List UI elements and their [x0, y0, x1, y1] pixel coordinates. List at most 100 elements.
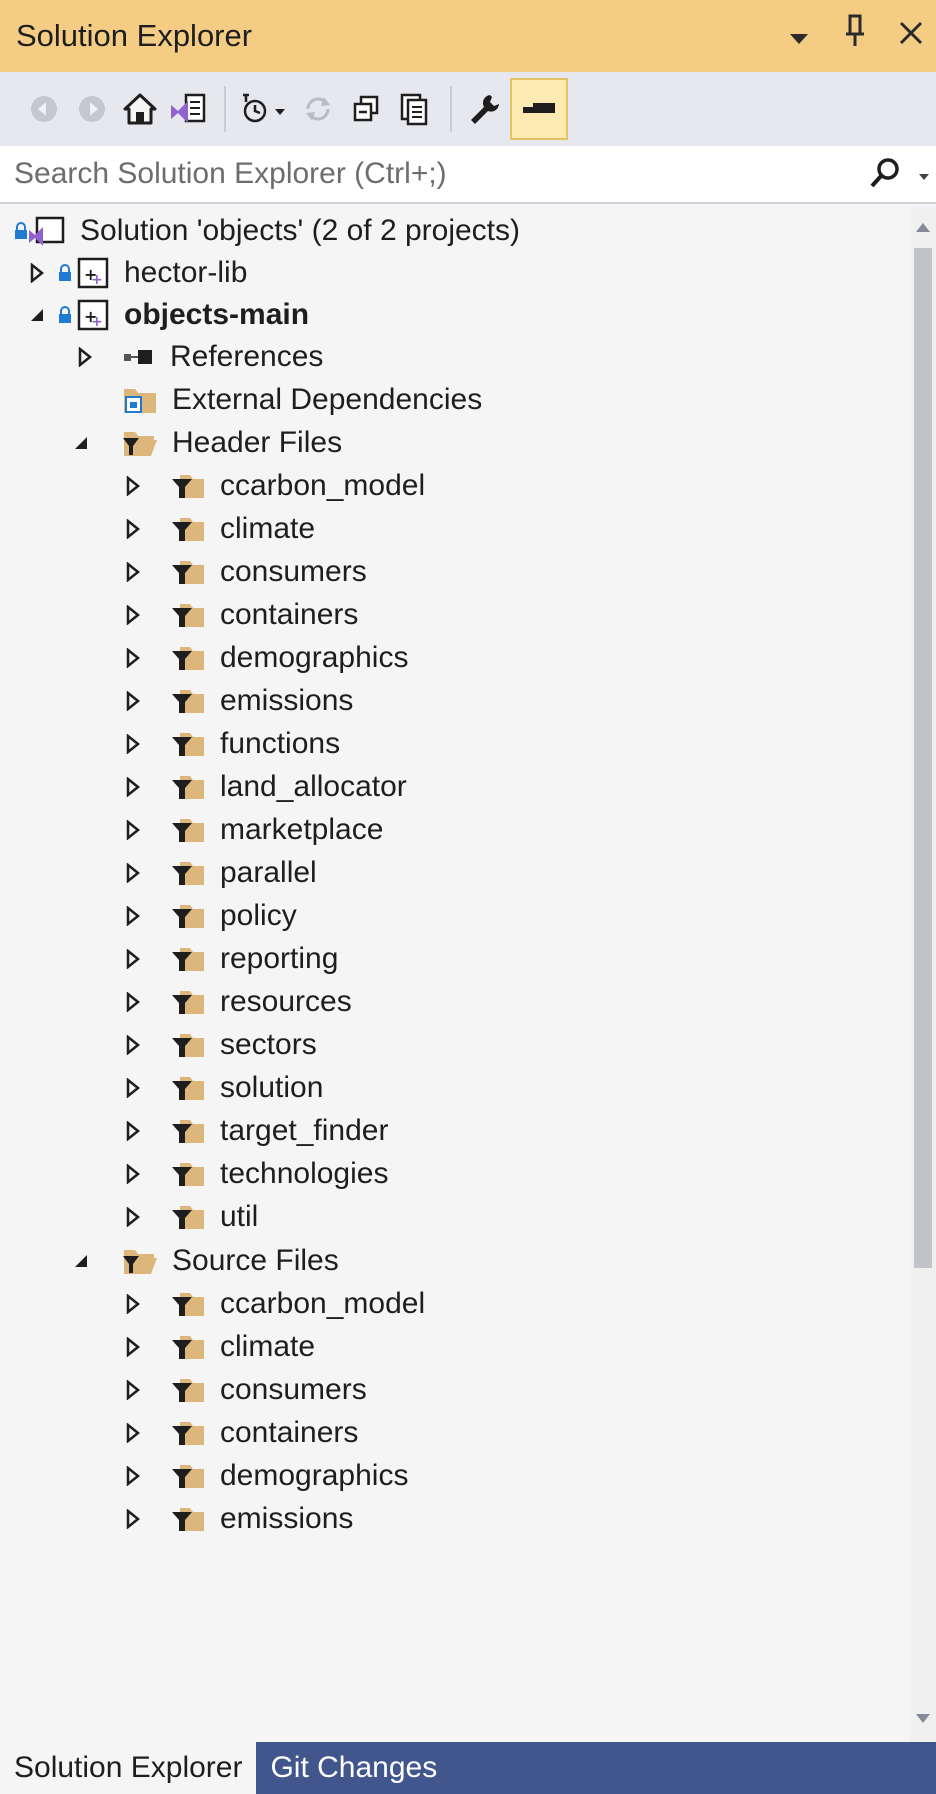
expand-arrow-icon[interactable] — [122, 514, 144, 544]
tree-folder-node[interactable]: policy — [0, 891, 900, 940]
svg-text:+: + — [91, 314, 103, 330]
scrollbar-thumb[interactable] — [914, 248, 932, 1268]
tree-folder-node[interactable]: marketplace — [0, 805, 900, 854]
expand-arrow-icon[interactable] — [122, 944, 144, 974]
title-bar: Solution Explorer — [0, 0, 936, 72]
expand-arrow-icon[interactable] — [122, 1332, 144, 1362]
scroll-up-arrow-icon[interactable] — [914, 220, 932, 234]
dropdown-icon[interactable] — [782, 17, 816, 57]
tree-folder-node[interactable]: ccarbon_model — [0, 461, 900, 510]
lock-icon — [58, 263, 72, 282]
expand-arrow-icon[interactable] — [122, 1030, 144, 1060]
svg-text:+: + — [91, 272, 103, 288]
tree-folder-node[interactable]: functions — [0, 719, 900, 768]
tree-source-files-node[interactable]: Source Files — [0, 1236, 900, 1285]
tree-header-files-node[interactable]: Header Files — [0, 418, 900, 467]
expand-arrow-icon[interactable] — [122, 1375, 144, 1405]
home-icon[interactable] — [118, 85, 162, 133]
tree-folder-node[interactable]: util — [0, 1192, 900, 1241]
search-input[interactable] — [0, 147, 840, 201]
filter-folder-icon — [170, 944, 206, 974]
search-options-icon[interactable] — [918, 168, 930, 184]
tree-folder-node[interactable]: reporting — [0, 934, 900, 983]
external-dependencies-label: External Dependencies — [172, 382, 483, 416]
expand-arrow-icon[interactable] — [122, 772, 144, 802]
expand-arrow-icon[interactable] — [122, 815, 144, 845]
folder-label: reporting — [220, 941, 339, 975]
expand-arrow-icon[interactable] — [26, 258, 48, 288]
expand-arrow-icon[interactable] — [122, 1202, 144, 1232]
collapse-arrow-icon[interactable] — [26, 300, 48, 330]
tree-folder-node[interactable]: target_finder — [0, 1106, 900, 1155]
folder-label: climate — [220, 1329, 316, 1363]
tree-folder-node[interactable]: ccarbon_model — [0, 1279, 900, 1328]
tree-folder-node[interactable]: containers — [0, 590, 900, 639]
expand-arrow-icon[interactable] — [122, 1418, 144, 1448]
expand-arrow-icon[interactable] — [122, 1159, 144, 1189]
search-icon[interactable] — [868, 156, 902, 195]
filter-folder-icon — [170, 1461, 206, 1491]
tree-folder-node[interactable]: demographics — [0, 1451, 900, 1500]
filter-folder-icon — [170, 1418, 206, 1448]
tree-folder-node[interactable]: parallel — [0, 848, 900, 897]
folder-label: sectors — [220, 1027, 317, 1061]
filter-folder-icon — [170, 1375, 206, 1405]
filter-folder-open-icon — [122, 426, 158, 460]
pending-changes-filter-icon[interactable] — [236, 85, 292, 133]
collapse-arrow-icon[interactable] — [70, 428, 92, 458]
expand-arrow-icon[interactable] — [122, 643, 144, 673]
expand-arrow-icon[interactable] — [122, 1116, 144, 1146]
references-label: References — [170, 339, 324, 373]
tree-folder-node[interactable]: consumers — [0, 1365, 900, 1414]
expand-arrow-icon[interactable] — [122, 901, 144, 931]
expand-arrow-icon[interactable] — [122, 1289, 144, 1319]
preview-selected-items-icon[interactable] — [510, 78, 568, 140]
expand-arrow-icon[interactable] — [122, 987, 144, 1017]
scroll-down-arrow-icon[interactable] — [914, 1712, 932, 1726]
show-all-files-icon[interactable] — [392, 85, 436, 133]
tree-folder-node[interactable]: climate — [0, 504, 900, 553]
cpp-project-icon: + + — [76, 256, 110, 290]
tree-folder-node[interactable]: climate — [0, 1322, 900, 1371]
external-dependencies-icon — [122, 383, 158, 417]
folder-label: containers — [220, 1415, 359, 1449]
filter-folder-icon — [170, 1504, 206, 1534]
filter-folder-icon — [170, 1202, 206, 1232]
expand-arrow-icon[interactable] — [122, 729, 144, 759]
expand-arrow-icon[interactable] — [122, 1073, 144, 1103]
close-icon[interactable] — [894, 17, 928, 57]
tree-folder-node[interactable]: technologies — [0, 1149, 900, 1198]
tree-external-dependencies-node[interactable]: External Dependencies — [0, 375, 900, 424]
pin-icon[interactable] — [838, 14, 872, 59]
tree-folder-node[interactable]: emissions — [0, 1494, 900, 1543]
filter-folder-icon — [170, 858, 206, 888]
tree-folder-node[interactable]: emissions — [0, 676, 900, 725]
expand-arrow-icon[interactable] — [122, 557, 144, 587]
expand-arrow-icon[interactable] — [74, 342, 96, 372]
expand-arrow-icon[interactable] — [122, 471, 144, 501]
tree-references-node[interactable]: References — [0, 332, 900, 381]
filter-folder-icon — [170, 815, 206, 845]
tab-git-changes[interactable]: Git Changes — [256, 1742, 451, 1794]
tree-folder-node[interactable]: land_allocator — [0, 762, 900, 811]
collapse-all-icon[interactable] — [344, 85, 388, 133]
tree-folder-node[interactable]: containers — [0, 1408, 900, 1457]
sync-icon[interactable] — [296, 85, 340, 133]
expand-arrow-icon[interactable] — [122, 686, 144, 716]
tree-folder-node[interactable]: consumers — [0, 547, 900, 596]
vertical-scrollbar[interactable] — [910, 206, 936, 1742]
properties-icon[interactable] — [462, 85, 506, 133]
collapse-arrow-icon[interactable] — [70, 1246, 92, 1276]
tree-folder-node[interactable]: sectors — [0, 1020, 900, 1069]
switch-views-icon[interactable] — [166, 85, 210, 133]
back-icon[interactable] — [22, 85, 66, 133]
expand-arrow-icon[interactable] — [122, 1461, 144, 1491]
tree-folder-node[interactable]: demographics — [0, 633, 900, 682]
tree-folder-node[interactable]: resources — [0, 977, 900, 1026]
tab-solution-explorer[interactable]: Solution Explorer — [0, 1742, 257, 1794]
expand-arrow-icon[interactable] — [122, 858, 144, 888]
tree-folder-node[interactable]: solution — [0, 1063, 900, 1112]
forward-icon[interactable] — [70, 85, 114, 133]
expand-arrow-icon[interactable] — [122, 600, 144, 630]
expand-arrow-icon[interactable] — [122, 1504, 144, 1534]
